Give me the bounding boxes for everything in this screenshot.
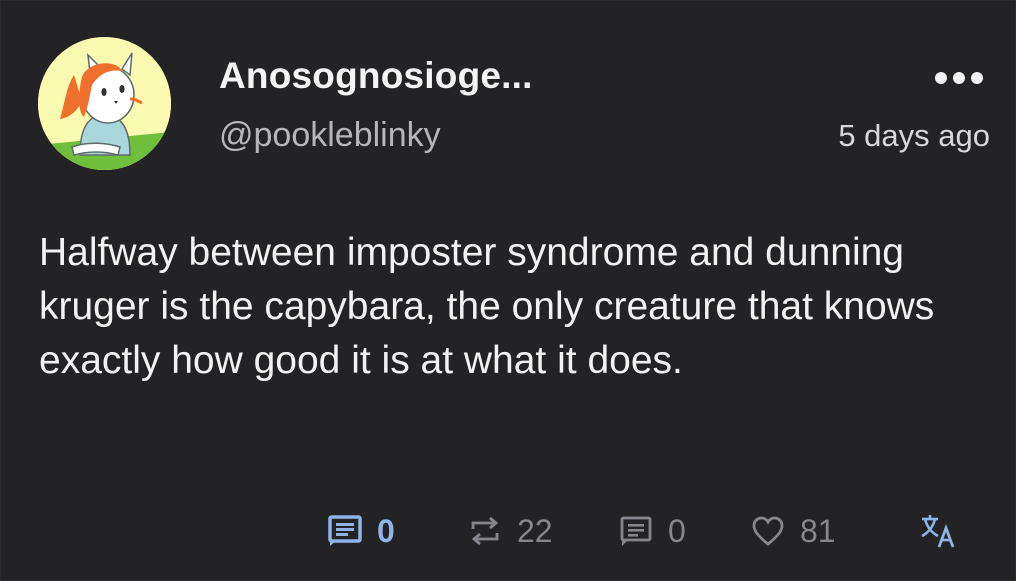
user-handle[interactable]: @pookleblinky [219,116,441,155]
repost-button[interactable]: 22 [467,507,553,555]
reader-button[interactable]: 0 [327,507,395,555]
repost-count: 22 [517,512,553,549]
heart-icon [752,516,784,546]
translate-icon [921,515,955,548]
post-text: Halfway between imposter syndrome and du… [39,231,935,382]
article-icon [328,515,362,546]
user-avatar[interactable] [38,37,171,170]
more-options-button[interactable] [931,63,987,93]
like-count: 81 [800,512,836,549]
translate-button[interactable] [919,507,959,555]
post-timestamp[interactable]: 5 days ago [838,118,990,154]
repost-icon [471,516,499,546]
comment-icon [620,516,652,546]
comment-button[interactable]: 0 [618,507,686,555]
more-horizontal-icon [935,72,983,84]
post-card: Anosognosioge... @pookleblinky 5 days ag… [0,0,1016,581]
display-name[interactable]: Anosognosioge... [219,55,533,97]
reader-count: 0 [377,512,395,549]
cat-avatar-icon [38,37,171,170]
post-actions: 0 22 0 81 [1,507,1016,555]
comment-count: 0 [668,512,686,549]
like-button[interactable]: 81 [750,507,836,555]
